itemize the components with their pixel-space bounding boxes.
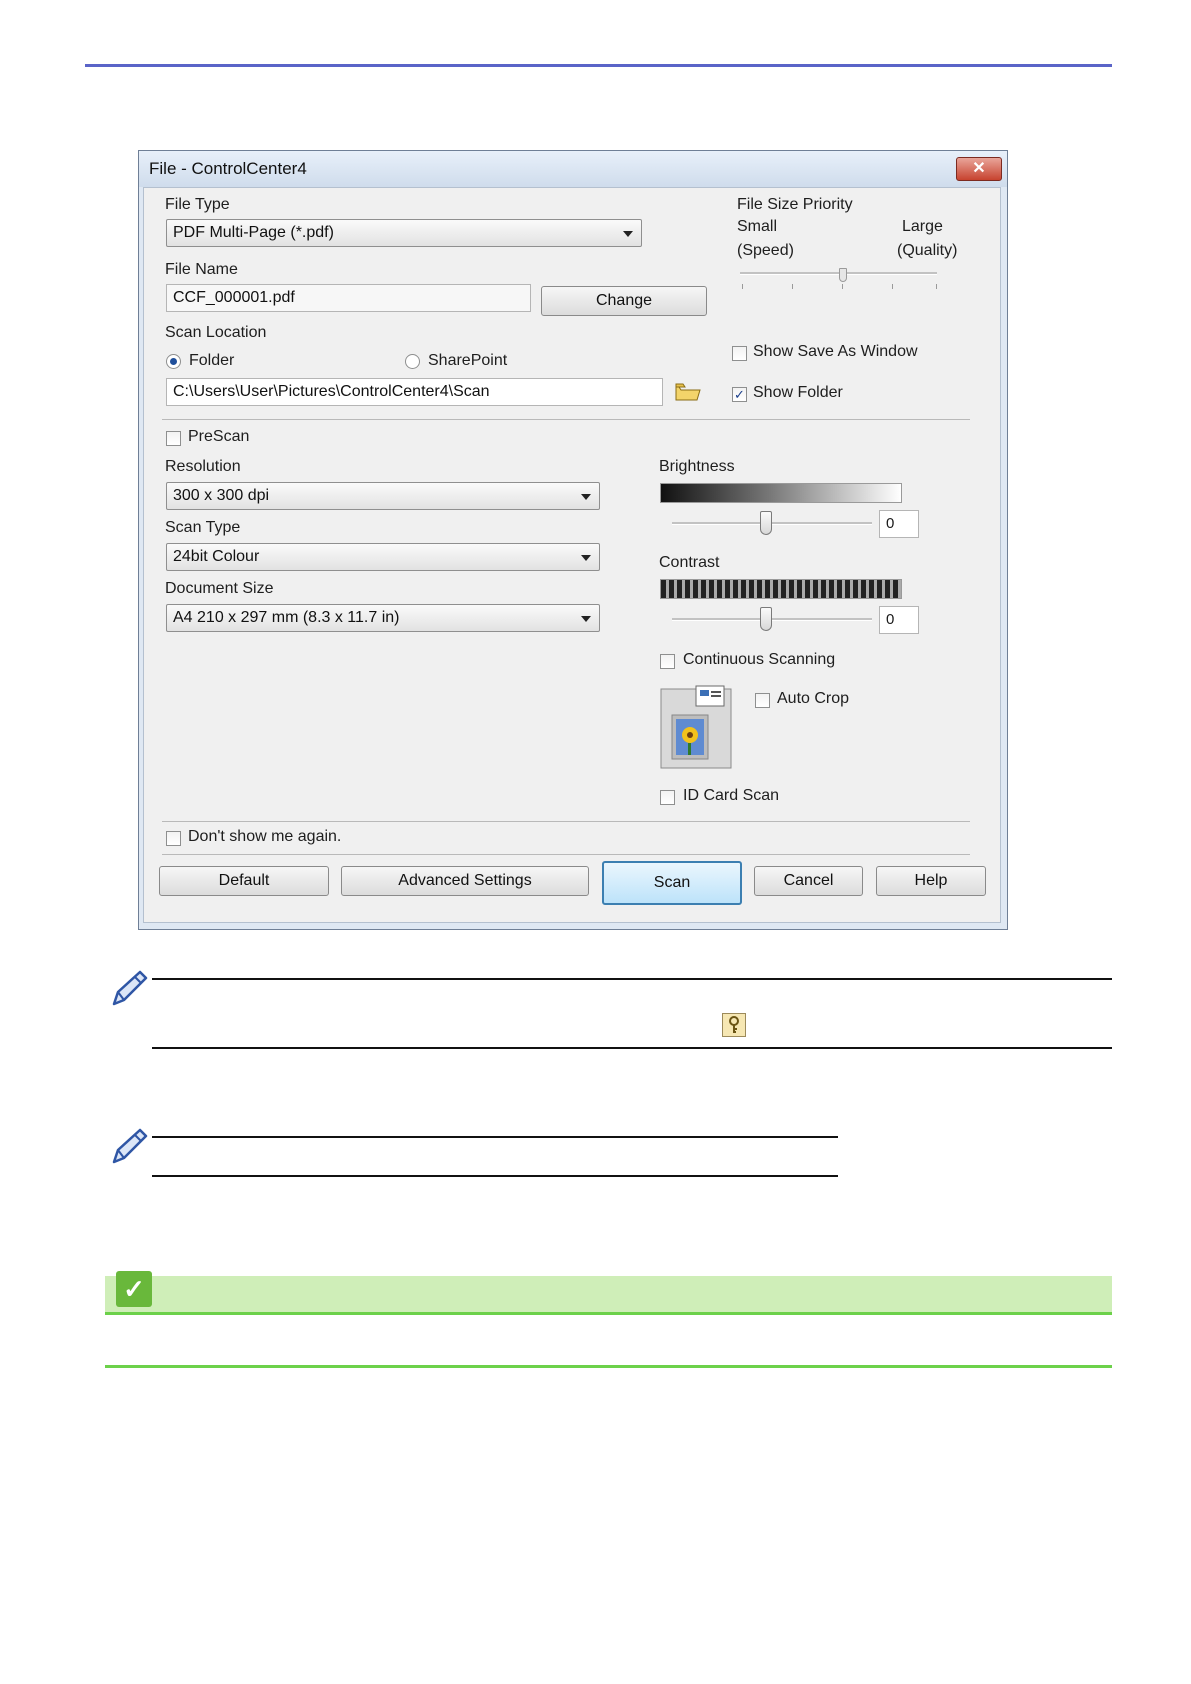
prescan-checkbox[interactable] [166, 431, 181, 446]
advanced-settings-button[interactable]: Advanced Settings [341, 866, 589, 896]
note-top-rule [152, 978, 1112, 980]
slider-tick [742, 284, 743, 289]
document-size-select[interactable]: A4 210 x 297 mm (8.3 x 11.7 in) [166, 604, 600, 632]
divider [162, 854, 970, 855]
file-size-large-label: Large [902, 218, 943, 235]
resolution-label: Resolution [165, 458, 241, 475]
chevron-down-icon [623, 231, 633, 237]
slider-tick [792, 284, 793, 289]
contrast-value-field[interactable]: 0 [879, 606, 919, 634]
scan-type-select[interactable]: 24bit Colour [166, 543, 600, 571]
chevron-down-icon [581, 555, 591, 561]
resolution-value: 300 x 300 dpi [173, 487, 270, 504]
contrast-label: Contrast [659, 554, 720, 571]
id-card-scan-checkbox[interactable] [660, 790, 675, 805]
slider-tick [936, 284, 937, 289]
key-icon [722, 1013, 746, 1037]
file-size-speed-label: (Speed) [737, 242, 794, 259]
divider [162, 419, 970, 420]
file-dialog: File - ControlCenter4 ✕ File Type PDF Mu… [138, 150, 1008, 930]
file-name-label: File Name [165, 261, 238, 278]
prescan-label: PreScan [188, 428, 250, 445]
file-size-slider-thumb[interactable] [839, 268, 847, 282]
help-button[interactable]: Help [876, 866, 986, 896]
document-size-value: A4 210 x 297 mm (8.3 x 11.7 in) [173, 609, 400, 626]
chevron-down-icon [581, 494, 591, 500]
file-size-priority-label: File Size Priority [737, 196, 853, 213]
scan-type-value: 24bit Colour [173, 548, 260, 565]
show-save-as-window-checkbox[interactable] [732, 346, 747, 361]
dont-show-again-checkbox[interactable] [166, 831, 181, 846]
brightness-gradient [660, 483, 902, 503]
brightness-slider-thumb[interactable] [760, 511, 772, 535]
scan-button[interactable]: Scan [602, 861, 742, 905]
scan-location-label: Scan Location [165, 324, 267, 341]
file-type-label: File Type [165, 196, 230, 213]
related-info-top-rule [105, 1312, 1112, 1315]
file-type-value: PDF Multi-Page (*.pdf) [173, 224, 334, 241]
auto-crop-preview-icon [660, 685, 732, 769]
sharepoint-radio[interactable] [405, 354, 420, 369]
file-size-small-label: Small [737, 218, 778, 235]
pencil-note-icon [108, 1126, 150, 1168]
brightness-label: Brightness [659, 458, 735, 475]
brightness-value-field[interactable]: 0 [879, 510, 919, 538]
note-bottom-rule [152, 1047, 1112, 1049]
slider-tick [892, 284, 893, 289]
continuous-scanning-label: Continuous Scanning [683, 651, 836, 668]
show-save-as-window-label: Show Save As Window [753, 343, 918, 360]
contrast-slider-thumb[interactable] [760, 607, 772, 631]
folder-browse-icon[interactable] [675, 382, 701, 402]
change-button[interactable]: Change [541, 286, 707, 316]
cancel-button[interactable]: Cancel [754, 866, 863, 896]
note-top-rule [152, 1136, 838, 1138]
dialog-title: File - ControlCenter4 [149, 159, 307, 178]
divider [162, 821, 970, 822]
file-size-quality-label: (Quality) [897, 242, 958, 259]
slider-tick [842, 284, 843, 289]
close-icon: ✕ [972, 160, 986, 177]
brightness-slider-track[interactable] [672, 522, 872, 525]
show-folder-checkbox[interactable]: ✓ [732, 387, 747, 402]
file-type-select[interactable]: PDF Multi-Page (*.pdf) [166, 219, 642, 247]
default-button[interactable]: Default [159, 866, 329, 896]
continuous-scanning-checkbox[interactable] [660, 654, 675, 669]
show-folder-label: Show Folder [753, 384, 843, 401]
folder-radio[interactable] [166, 354, 181, 369]
dont-show-again-label: Don't show me again. [188, 828, 342, 845]
check-mark-icon: ✓ [734, 387, 745, 402]
contrast-pattern [660, 579, 902, 599]
chevron-down-icon [581, 616, 591, 622]
folder-radio-label: Folder [189, 352, 235, 369]
related-info-header [105, 1276, 1112, 1312]
auto-crop-label: Auto Crop [777, 690, 850, 707]
auto-crop-checkbox[interactable] [755, 693, 770, 708]
document-size-label: Document Size [165, 580, 274, 597]
file-name-field[interactable]: CCF_000001.pdf [166, 284, 531, 312]
contrast-slider-track[interactable] [672, 618, 872, 621]
scan-type-label: Scan Type [165, 519, 241, 536]
checkmark-icon: ✓ [116, 1271, 152, 1307]
top-rule [85, 64, 1112, 67]
related-info-bottom-rule [105, 1365, 1112, 1368]
scan-path-field[interactable]: C:\Users\User\Pictures\ControlCenter4\Sc… [166, 378, 663, 406]
pencil-note-icon [108, 968, 150, 1010]
note-bottom-rule [152, 1175, 838, 1177]
close-button[interactable]: ✕ [956, 157, 1002, 181]
resolution-select[interactable]: 300 x 300 dpi [166, 482, 600, 510]
title-bar: File - ControlCenter4 ✕ [139, 151, 1007, 187]
dialog-body: File Type PDF Multi-Page (*.pdf) File Si… [143, 187, 1001, 923]
id-card-scan-label: ID Card Scan [683, 787, 780, 804]
sharepoint-radio-label: SharePoint [428, 352, 508, 369]
